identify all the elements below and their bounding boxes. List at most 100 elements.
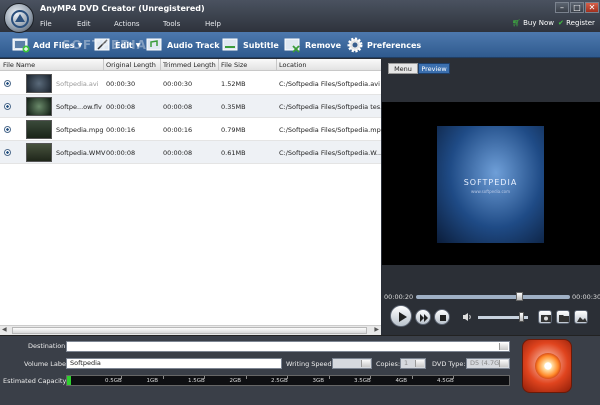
- scroll-right-icon[interactable]: ▶: [374, 326, 379, 333]
- register-link[interactable]: ✔ Register: [558, 19, 595, 27]
- play-button[interactable]: [390, 305, 412, 327]
- capacity-tick-mark: [287, 376, 288, 379]
- audio-track-button[interactable]: Audio Track: [146, 36, 220, 54]
- volume-label-label: Volume Label:: [24, 360, 70, 368]
- file-location: C:/Softpedia Files/Softpedia tes...: [279, 103, 387, 111]
- capacity-tick-mark: [411, 376, 413, 379]
- chevron-down-icon[interactable]: [499, 360, 508, 367]
- camera-icon: [541, 315, 551, 322]
- destination-dropdown[interactable]: [66, 341, 510, 352]
- menu-actions[interactable]: Actions: [114, 20, 140, 28]
- volume-label-input[interactable]: Softpedia: [66, 358, 282, 369]
- maximize-button[interactable]: □: [570, 2, 584, 13]
- col-separator: [218, 59, 219, 71]
- stop-button[interactable]: [434, 309, 450, 325]
- capacity-fill: [67, 376, 71, 385]
- file-row[interactable]: Softpedia.avi 00:00:30 00:00:30 1.52MB C…: [0, 72, 381, 95]
- menu-edit[interactable]: Edit: [77, 20, 91, 28]
- seek-handle[interactable]: [516, 292, 523, 301]
- audio-track-label: Audio Track: [167, 40, 220, 50]
- close-button[interactable]: ✕: [585, 2, 599, 13]
- video-display: SOFTPEDIA www.softpedia.com: [382, 102, 600, 265]
- current-time: 00:00:20: [384, 293, 414, 301]
- remove-button[interactable]: Remove: [284, 36, 341, 54]
- capacity-tick-mark: [328, 376, 330, 379]
- file-row[interactable]: Softpe...ow.flv 00:00:08 00:00:08 0.35MB…: [0, 95, 386, 118]
- preferences-button[interactable]: Preferences: [346, 36, 421, 54]
- select-radio[interactable]: [4, 80, 11, 87]
- col-trimmed-length[interactable]: Trimmed Length: [163, 61, 216, 69]
- file-name: Softpe...ow.flv: [56, 103, 102, 111]
- col-file-name[interactable]: File Name: [3, 61, 35, 69]
- open-folder-button[interactable]: [556, 310, 570, 324]
- stepper-arrows-icon[interactable]: [415, 360, 424, 367]
- copies-label: Copies:: [376, 360, 401, 368]
- menu-tools[interactable]: Tools: [163, 20, 180, 28]
- video-frame-url: www.softpedia.com: [470, 189, 511, 194]
- fast-forward-icon: [420, 314, 428, 322]
- film-add-icon: [12, 38, 30, 53]
- toolbar: Add Files ▼ Edit ▼ SOFTPEDIA Audio Track…: [0, 32, 600, 58]
- file-row[interactable]: Softpedia.mpg 00:00:16 00:00:16 0.79MB C…: [0, 118, 385, 141]
- capacity-tick-label: 2GB: [229, 378, 242, 384]
- file-row[interactable]: Softpedia.WMV 00:00:08 00:00:08 0.61MB C…: [0, 141, 382, 164]
- capacity-tick-mark: [121, 376, 122, 379]
- chevron-down-icon[interactable]: [499, 343, 508, 350]
- app-logo-icon: [4, 3, 34, 33]
- subtitle-label: Subtitle: [243, 40, 279, 50]
- file-size: 0.35MB: [221, 103, 246, 111]
- original-length: 00:00:16: [106, 126, 136, 134]
- title-bar: AnyMP4 DVD Creator (Unregistered) File E…: [0, 0, 600, 32]
- image-button[interactable]: [574, 310, 588, 324]
- subtitle-button[interactable]: Subtitle: [222, 36, 279, 54]
- scrollbar-thumb[interactable]: [12, 327, 367, 334]
- register-label: Register: [566, 19, 595, 27]
- list-header: File Name Original Length Trimmed Length…: [0, 59, 381, 71]
- volume-handle[interactable]: [519, 312, 524, 322]
- video-thumbnail: [26, 120, 52, 139]
- capacity-bar: 0.5GB 1GB 1.5GB 2GB 2.5GB 3GB 3.5GB 4GB 4.5GB: [66, 375, 510, 386]
- menu-file[interactable]: File: [40, 20, 52, 28]
- file-size: 1.52MB: [221, 80, 246, 88]
- trimmed-length: 00:00:08: [163, 149, 193, 157]
- chevron-down-icon[interactable]: [361, 360, 370, 367]
- video-thumbnail: [26, 143, 52, 162]
- volume-icon[interactable]: [462, 312, 472, 322]
- scroll-left-icon[interactable]: ◀: [2, 326, 7, 333]
- subtitle-icon: [222, 38, 238, 51]
- writing-speed-dropdown[interactable]: [332, 358, 372, 369]
- gear-icon: [347, 37, 363, 53]
- col-separator: [160, 59, 161, 71]
- horizontal-scrollbar[interactable]: ◀ ▶: [0, 325, 381, 335]
- video-frame-logo-text: SOFTPEDIA: [463, 178, 518, 187]
- seek-bar[interactable]: [416, 295, 570, 299]
- buy-now-link[interactable]: 🛒︎ Buy Now: [512, 19, 554, 27]
- menu-help[interactable]: Help: [205, 20, 221, 28]
- capacity-label: Estimated Capacity:: [3, 377, 69, 385]
- burn-button[interactable]: [522, 339, 572, 393]
- file-name: Softpedia.avi: [56, 80, 99, 88]
- select-radio[interactable]: [4, 103, 11, 110]
- capacity-tick-label: 1.5GB: [188, 378, 205, 384]
- capacity-tick-mark: [204, 376, 205, 379]
- file-size: 0.61MB: [221, 149, 246, 157]
- col-location[interactable]: Location: [279, 61, 307, 69]
- original-length: 00:00:08: [106, 149, 136, 157]
- file-location: C:/Softpedia Files/Softpedia.mpg: [279, 126, 385, 134]
- next-button[interactable]: [415, 309, 431, 325]
- burn-disc-icon: [535, 353, 561, 379]
- col-original-length[interactable]: Original Length: [106, 61, 156, 69]
- audio-track-icon: [146, 38, 162, 51]
- total-time: 00:00:30: [572, 293, 600, 301]
- tab-menu[interactable]: Menu: [388, 63, 418, 74]
- copies-stepper[interactable]: 1: [400, 358, 426, 369]
- tab-preview[interactable]: Preview: [418, 63, 450, 74]
- snapshot-button[interactable]: [538, 310, 552, 324]
- col-file-size[interactable]: File Size: [221, 61, 247, 69]
- select-radio[interactable]: [4, 126, 11, 133]
- watermark-text: SOFTPEDIA: [62, 38, 147, 52]
- dvd-type-value: D5 (4.7G): [470, 359, 502, 367]
- select-radio[interactable]: [4, 149, 11, 156]
- dvd-type-dropdown[interactable]: D5 (4.7G): [466, 358, 510, 369]
- minimize-button[interactable]: –: [555, 2, 569, 13]
